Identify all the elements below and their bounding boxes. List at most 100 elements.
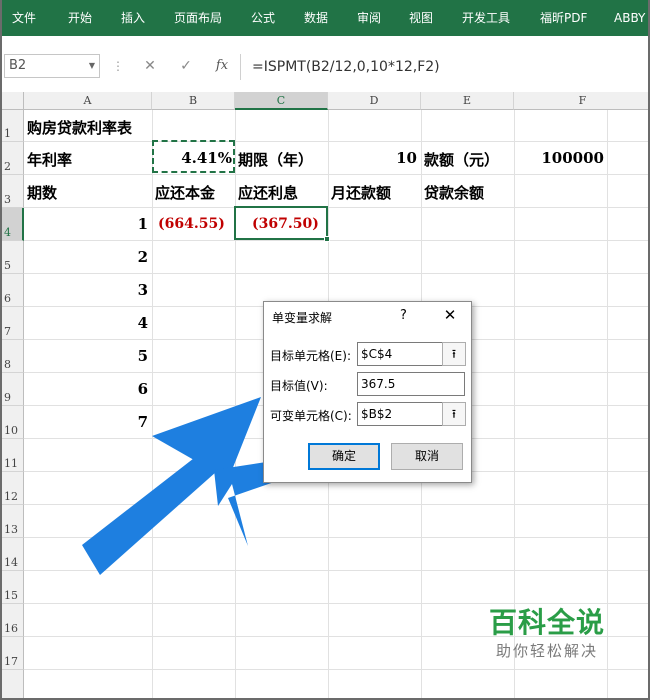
collapse-dialog-icon[interactable]: ⭱ xyxy=(442,342,466,366)
gridline xyxy=(24,174,648,175)
row-number: 1 xyxy=(4,127,11,140)
row-number: 2 xyxy=(4,160,11,173)
row-header-3[interactable]: 3 xyxy=(2,175,24,208)
cell-b4[interactable]: (664.55) xyxy=(158,216,225,232)
tab-review[interactable]: 审阅 xyxy=(357,10,381,26)
changing-cell-input[interactable]: $B$2 xyxy=(357,402,443,426)
watermark-main: 百科全说 xyxy=(488,606,605,639)
row-number: 5 xyxy=(4,259,11,272)
column-header-a[interactable]: A xyxy=(24,92,152,110)
tab-data[interactable]: 数据 xyxy=(304,10,328,26)
row-header-14[interactable]: 14 xyxy=(2,538,24,571)
cell-c2[interactable]: 期限（年） xyxy=(238,149,313,170)
tab-home[interactable]: 开始 xyxy=(68,10,92,26)
help-icon[interactable]: ? xyxy=(400,308,407,323)
cell-a2[interactable]: 年利率 xyxy=(27,149,72,170)
cell-a4[interactable]: 1 xyxy=(26,215,148,233)
row-header-7[interactable]: 7 xyxy=(2,307,24,340)
collapse-dialog-icon[interactable]: ⭱ xyxy=(442,402,466,426)
column-header-c[interactable]: C xyxy=(235,92,328,110)
cell-c3[interactable]: 应还利息 xyxy=(238,182,298,203)
cell-e2[interactable]: 款额（元） xyxy=(424,149,499,170)
row-number: 12 xyxy=(4,490,18,503)
row-number: 17 xyxy=(4,655,18,668)
ok-button[interactable]: 确定 xyxy=(308,443,380,470)
name-box[interactable]: B2 ▼ xyxy=(4,54,100,78)
row-header-10[interactable]: 10 xyxy=(2,406,24,439)
cell-a9[interactable]: 6 xyxy=(26,380,148,398)
gridline xyxy=(24,537,648,538)
row-header-15[interactable]: 15 xyxy=(2,571,24,604)
gridline xyxy=(24,207,648,208)
gridline xyxy=(24,273,648,274)
row-header-8[interactable]: 8 xyxy=(2,340,24,373)
cell-a5[interactable]: 2 xyxy=(26,248,148,266)
row-header-13[interactable]: 13 xyxy=(2,505,24,538)
gridline xyxy=(24,240,648,241)
row-header-1[interactable]: 1 xyxy=(2,110,24,142)
cancel-button[interactable]: 取消 xyxy=(391,443,463,470)
dialog-title: 单变量求解 xyxy=(272,311,333,325)
row-header-12[interactable]: 12 xyxy=(2,472,24,505)
cell-a6[interactable]: 3 xyxy=(26,281,148,299)
column-header-b[interactable]: B xyxy=(152,92,235,110)
cell-a7[interactable]: 4 xyxy=(26,314,148,332)
tab-view[interactable]: 视图 xyxy=(409,10,433,26)
changing-cell-label: 可变单元格(C): xyxy=(270,409,352,423)
close-icon[interactable]: ✕ xyxy=(140,56,160,76)
copy-marquee-b2 xyxy=(152,140,235,173)
close-icon[interactable]: ✕ xyxy=(442,306,458,324)
gridline xyxy=(24,603,648,604)
target-value-input[interactable]: 367.5 xyxy=(357,372,465,396)
row-header-9[interactable]: 9 xyxy=(2,373,24,406)
tab-insert[interactable]: 插入 xyxy=(121,10,145,26)
fill-handle[interactable] xyxy=(324,236,330,242)
tab-file[interactable]: 文件 xyxy=(12,10,36,26)
column-header-d[interactable]: D xyxy=(328,92,421,110)
row-header-11[interactable]: 11 xyxy=(2,439,24,472)
function-icon[interactable]: fx xyxy=(212,56,232,76)
gridline xyxy=(24,570,648,571)
tab-formulas[interactable]: 公式 xyxy=(251,10,275,26)
watermark-sub: 助你轻松解决 xyxy=(495,642,598,660)
formula-bar: B2 ▼ ⋮ ✕ ✓ fx =ISPMT(B2/12,0,10*12,F2) xyxy=(2,36,648,92)
column-header-e[interactable]: E xyxy=(421,92,514,110)
drag-handle-icon[interactable]: ⋮ xyxy=(112,58,124,74)
row-header-4[interactable]: 4 xyxy=(2,208,24,241)
row-header-17[interactable]: 17 xyxy=(2,637,24,670)
row-header-5[interactable]: 5 xyxy=(2,241,24,274)
select-all-corner[interactable] xyxy=(2,92,24,110)
row-header-18[interactable] xyxy=(2,670,24,698)
formula-divider xyxy=(240,54,241,80)
tab-abbyy[interactable]: ABBY xyxy=(614,10,645,26)
row-number: 8 xyxy=(4,358,11,371)
cell-d2[interactable]: 10 xyxy=(330,149,417,167)
tab-page-layout[interactable]: 页面布局 xyxy=(174,10,222,26)
row-number: 7 xyxy=(4,325,11,338)
tab-developer[interactable]: 开发工具 xyxy=(462,10,510,26)
row-header-6[interactable]: 6 xyxy=(2,274,24,307)
row-number: 15 xyxy=(4,589,18,602)
row-header-16[interactable]: 16 xyxy=(2,604,24,637)
row-number: 4 xyxy=(4,226,11,239)
cell-a8[interactable]: 5 xyxy=(26,347,148,365)
check-icon[interactable]: ✓ xyxy=(176,56,196,76)
target-cell-label: 目标单元格(E): xyxy=(270,349,351,363)
active-cell-c4 xyxy=(234,206,330,242)
cell-e3[interactable]: 贷款余额 xyxy=(424,182,484,203)
cell-b3[interactable]: 应还本金 xyxy=(155,182,215,203)
cell-a10[interactable]: 7 xyxy=(26,413,148,431)
cell-f2[interactable]: 100000 xyxy=(516,149,604,167)
formula-input[interactable]: =ISPMT(B2/12,0,10*12,F2) xyxy=(252,54,648,80)
excel-window: 文件 开始 插入 页面布局 公式 数据 审阅 视图 开发工具 福昕PDF ABB… xyxy=(0,0,650,700)
column-header-f[interactable]: F xyxy=(514,92,648,110)
row-header-2[interactable]: 2 xyxy=(2,142,24,175)
cell-a3[interactable]: 期数 xyxy=(27,182,57,203)
ribbon: 文件 开始 插入 页面布局 公式 数据 审阅 视图 开发工具 福昕PDF ABB… xyxy=(2,0,648,36)
tab-foxit-pdf[interactable]: 福昕PDF xyxy=(540,10,587,26)
chevron-down-icon[interactable]: ▼ xyxy=(89,55,95,77)
target-cell-input[interactable]: $C$4 xyxy=(357,342,443,366)
row-number: 6 xyxy=(4,292,11,305)
cell-d3[interactable]: 月还款额 xyxy=(331,182,391,203)
cell-a1[interactable]: 购房贷款利率表 xyxy=(27,117,132,138)
